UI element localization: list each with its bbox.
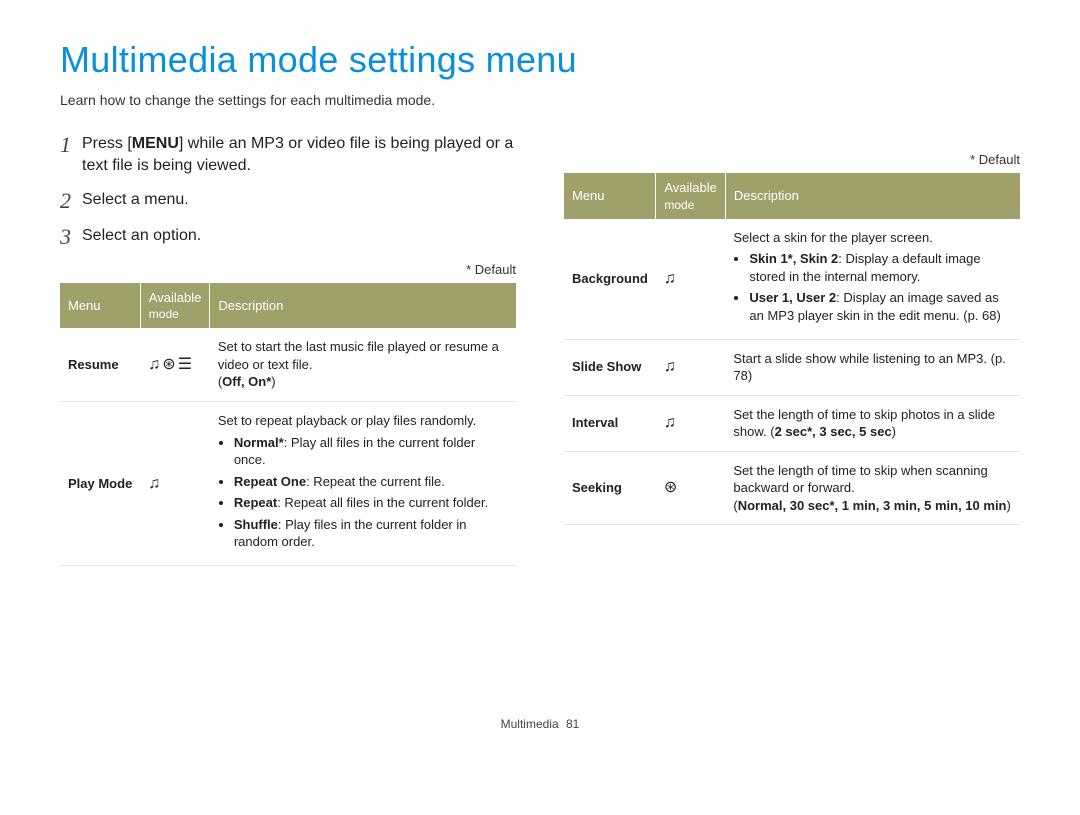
menu-name: Play Mode [60,401,140,565]
text-icon: ☰ [178,356,194,373]
step-1: 1 Press [MENU] while an MP3 or video fil… [60,133,516,176]
page-footer: Multimedia 81 [60,716,1020,732]
list-item: User 1, User 2: Display an image saved a… [749,289,1012,324]
desc-bullets: Skin 1*, Skin 2: Display a default image… [733,250,1012,324]
menu-name: Seeking [564,451,656,525]
video-icon: ⊛ [162,356,177,373]
th-mode: Availablemode [140,283,210,329]
music-icon: ♫ [148,356,162,373]
page-subtitle: Learn how to change the settings for eac… [60,91,1020,110]
list-item: Normal*: Play all files in the current f… [234,434,508,469]
step-number: 2 [60,189,82,213]
opts-suffix: ) [271,374,275,389]
step-text: Press [MENU] while an MP3 or video file … [82,133,516,176]
mode-icons: ♫ [140,401,210,565]
th-desc: Description [725,173,1020,219]
th-mode: Availablemode [656,173,726,219]
step-2: 2 Select a menu. [60,189,516,213]
table-row: Resume ♫⊛☰ Set to start the last music f… [60,328,516,401]
mode-icons: ♫ [656,395,726,451]
opts-bold: 2 sec*, 3 sec, 5 sec [775,424,892,439]
desc-intro: Set the length of time to skip when scan… [733,463,987,496]
menu-description: Start a slide show while listening to an… [725,339,1020,395]
desc-bullets: Normal*: Play all files in the current f… [218,434,508,551]
table-row: Interval ♫ Set the length of time to ski… [564,395,1020,451]
step-text: Select a menu. [82,189,189,213]
table-row: Background ♫ Select a skin for the playe… [564,219,1020,339]
list-item: Shuffle: Play files in the current folde… [234,516,508,551]
opts-bold: Off, On* [222,374,271,389]
menu-name: Interval [564,395,656,451]
menu-description: Set to start the last music file played … [210,328,516,401]
opts-bold: Normal, 30 sec*, 1 min, 3 min, 5 min, 10… [738,498,1007,513]
list-item: Repeat One: Repeat the current file. [234,473,508,491]
table-row: Seeking ⊛ Set the length of time to skip… [564,451,1020,525]
table-row: Play Mode ♫ Set to repeat playback or pl… [60,401,516,565]
step-text: Select an option. [82,225,201,249]
page-title: Multimedia mode settings menu [60,36,1020,85]
th-menu: Menu [60,283,140,329]
opts-suffix: ) [892,424,896,439]
table-row: Slide Show ♫ Start a slide show while li… [564,339,1020,395]
music-icon: ♫ [664,414,678,431]
settings-table-right: Menu Availablemode Description Backgroun… [564,173,1020,525]
settings-table-left: Menu Availablemode Description Resume ♫⊛… [60,283,516,566]
opts-suffix: ) [1007,498,1011,513]
list-item: Skin 1*, Skin 2: Display a default image… [749,250,1012,285]
music-icon: ♫ [148,475,162,492]
mode-icons: ⊛ [656,451,726,525]
mode-icons: ♫ [656,219,726,339]
th-menu: Menu [564,173,656,219]
default-note-right: * Default [564,151,1020,169]
desc-intro: Select a skin for the player screen. [733,230,932,245]
th-desc: Description [210,283,516,329]
desc-intro: Start a slide show while listening to an… [733,351,1005,384]
music-icon: ♫ [664,358,678,375]
step-number: 1 [60,133,82,176]
music-icon: ♫ [664,270,678,287]
step-text-pre: Press [ [82,135,132,152]
step-text-bold: MENU [132,135,179,152]
menu-description: Set the length of time to skip photos in… [725,395,1020,451]
menu-description: Select a skin for the player screen. Ski… [725,219,1020,339]
video-icon: ⊛ [664,479,679,496]
step-3: 3 Select an option. [60,225,516,249]
step-number: 3 [60,225,82,249]
desc-intro: Set to start the last music file played … [218,339,499,372]
menu-description: Set the length of time to skip when scan… [725,451,1020,525]
mode-icons: ♫⊛☰ [140,328,210,401]
desc-intro: Set to repeat playback or play files ran… [218,413,476,428]
menu-description: Set to repeat playback or play files ran… [210,401,516,565]
menu-name: Resume [60,328,140,401]
left-column: 1 Press [MENU] while an MP3 or video fil… [60,133,516,565]
footer-section: Multimedia [501,717,559,731]
menu-name: Background [564,219,656,339]
right-column: * Default Menu Availablemode Description… [564,133,1020,525]
mode-icons: ♫ [656,339,726,395]
footer-page-number: 81 [566,717,579,731]
list-item: Repeat: Repeat all files in the current … [234,494,508,512]
menu-name: Slide Show [564,339,656,395]
default-note-left: * Default [60,261,516,279]
